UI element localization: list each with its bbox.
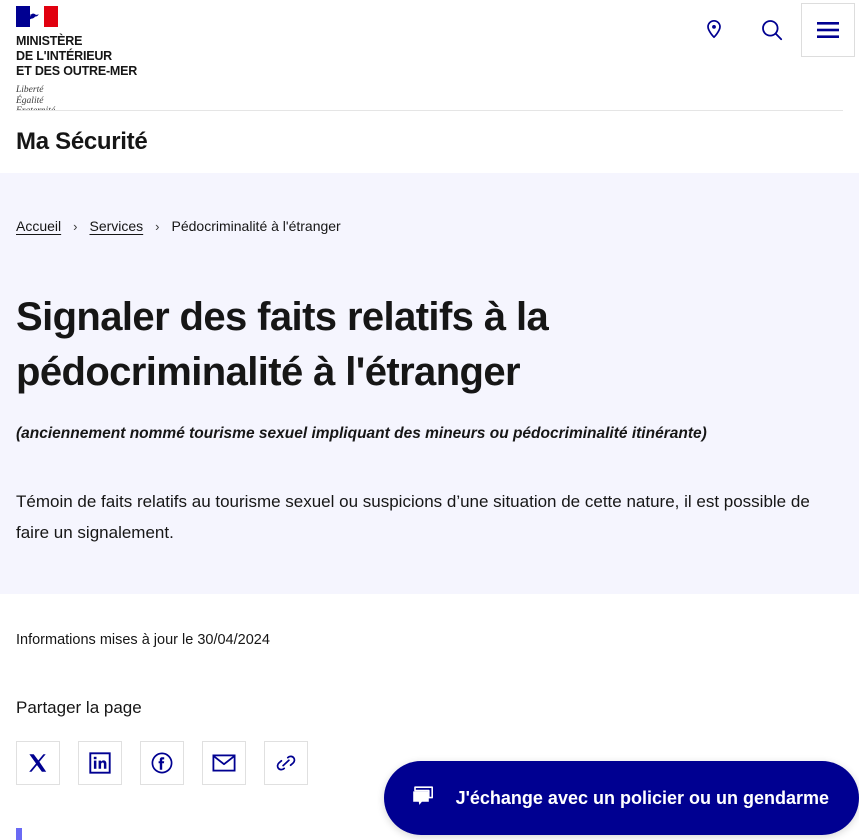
ministry-logo[interactable]: MINISTÈRE DE L'INTÉRIEUR ET DES OUTRE-ME… [16, 6, 137, 117]
linkedin-icon [89, 752, 111, 774]
menu-button[interactable] [801, 3, 855, 57]
hero-body-text: Témoin de faits relatifs au tourisme sex… [16, 492, 810, 542]
page-title: Ma Sécurité [16, 128, 148, 155]
flag-band-red [44, 6, 58, 27]
site-title-bar: Ma Sécurité [0, 111, 859, 173]
share-section-label: Partager la page [16, 698, 142, 717]
breadcrumb-separator-icon: › [155, 218, 160, 234]
chat-button-label: J'échange avec un policier ou un gendarm… [455, 787, 829, 808]
facebook-icon [151, 752, 173, 774]
share-email-button[interactable] [202, 741, 246, 785]
last-updated-text: Informations mises à jour le 30/04/2024 [16, 632, 270, 648]
header-tools [685, 0, 859, 60]
x-twitter-icon [29, 754, 47, 772]
search-button[interactable] [743, 1, 801, 59]
share-copy-link-button[interactable] [264, 741, 308, 785]
location-icon [707, 19, 721, 39]
chat-bubbles-icon [412, 786, 433, 805]
search-icon [762, 20, 783, 41]
hero-subtitle: (anciennement nommé tourisme sexuel impl… [16, 425, 707, 442]
share-buttons [16, 741, 308, 785]
breadcrumb: Accueil › Services › Pédocriminalité à l… [16, 218, 341, 234]
hero-title: Signaler des faits relatifs à la pédocri… [16, 295, 549, 394]
breadcrumb-item-accueil[interactable]: Accueil [16, 218, 61, 234]
breadcrumb-separator-icon: › [73, 218, 78, 234]
hero-section: Accueil › Services › Pédocriminalité à l… [0, 173, 859, 594]
menu-icon [817, 22, 839, 38]
french-flag-icon [16, 6, 58, 27]
location-button[interactable] [685, 1, 743, 59]
section-accent-marker [16, 828, 22, 840]
breadcrumb-item-services[interactable]: Services [89, 218, 143, 234]
page-root: MINISTÈRE DE L'INTÉRIEUR ET DES OUTRE-ME… [0, 0, 859, 840]
ministry-name: MINISTÈRE DE L'INTÉRIEUR ET DES OUTRE-ME… [16, 34, 138, 78]
mail-icon [212, 754, 236, 772]
chat-with-officer-button[interactable]: J'échange avec un policier ou un gendarm… [383, 761, 859, 835]
link-icon [276, 755, 296, 771]
share-facebook-button[interactable] [140, 741, 184, 785]
site-header: MINISTÈRE DE L'INTÉRIEUR ET DES OUTRE-ME… [0, 0, 859, 116]
share-x-button[interactable] [16, 741, 60, 785]
breadcrumb-item-current: Pédocriminalité à l'étranger [171, 218, 341, 234]
share-linkedin-button[interactable] [78, 741, 122, 785]
marianne-silhouette-icon [28, 13, 39, 20]
